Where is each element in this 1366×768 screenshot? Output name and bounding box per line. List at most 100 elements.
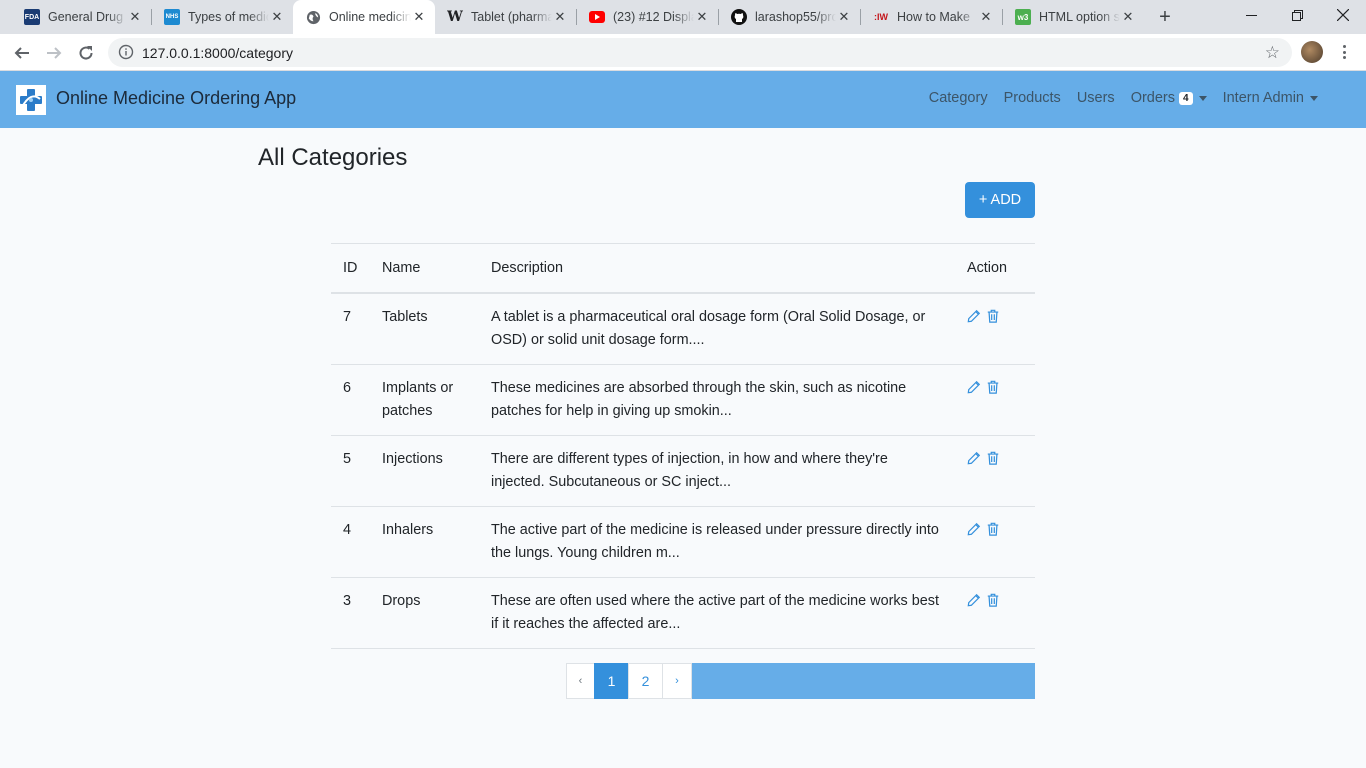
- info-icon[interactable]: [118, 44, 134, 60]
- cell-actions: [955, 292, 1035, 365]
- browser-tab-4[interactable]: (23) #12 Displa ✕: [577, 0, 718, 34]
- browser-tab-title: Online medicin: [329, 10, 411, 24]
- nav-links: Category Products Users Orders 4 Intern …: [913, 90, 1318, 106]
- bookmark-star-icon[interactable]: ☆: [1265, 43, 1280, 63]
- column-header-description: Description: [479, 243, 955, 294]
- delete-trash-icon[interactable]: [986, 522, 1002, 538]
- browser-tab-1[interactable]: NHS Types of medic ✕: [152, 0, 293, 34]
- minimize-icon[interactable]: [1228, 0, 1274, 30]
- edit-pencil-icon[interactable]: [967, 380, 983, 396]
- browser-tab-title: General Drug C: [48, 10, 127, 24]
- add-category-button[interactable]: + ADD: [965, 182, 1035, 218]
- browser-tab-title: Tablet (pharma: [471, 10, 552, 24]
- close-tab-icon[interactable]: ✕: [127, 9, 143, 25]
- edit-pencil-icon[interactable]: [967, 522, 983, 538]
- browser-tab-title: How to Make: [897, 10, 970, 24]
- column-header-id: ID: [331, 243, 370, 294]
- wikipedia-icon: W: [447, 9, 463, 25]
- browser-tab-7[interactable]: w3 HTML option s ✕: [1003, 0, 1144, 34]
- brand-title[interactable]: Online Medicine Ordering App: [56, 88, 296, 109]
- app-navbar: Online Medicine Ordering App Category Pr…: [0, 71, 1366, 128]
- nav-products[interactable]: Products: [1004, 90, 1061, 106]
- restore-icon[interactable]: [1274, 0, 1320, 30]
- cell-id: 3: [331, 577, 370, 649]
- cell-id: 7: [331, 292, 370, 365]
- fda-favicon-icon: FDA: [24, 9, 40, 25]
- forward-arrow-icon[interactable]: [40, 39, 68, 67]
- nhs-favicon-icon: NHS: [164, 9, 180, 25]
- pagination-next[interactable]: ›: [662, 663, 692, 699]
- cell-actions: [955, 506, 1035, 578]
- pagination: ‹ 1 2 ›: [566, 663, 692, 699]
- nav-orders-dropdown[interactable]: Orders 4: [1131, 90, 1207, 106]
- pagination-prev: ‹: [566, 663, 595, 699]
- browser-tab-title: Types of medic: [188, 10, 269, 24]
- browser-tab-5[interactable]: larashop55/pro ✕: [719, 0, 860, 34]
- browser-tab-2[interactable]: Online medicin ✕: [293, 0, 435, 34]
- w3schools-icon: w3: [1015, 9, 1031, 25]
- browser-tab-title: HTML option s: [1039, 10, 1120, 24]
- caret-down-icon: [1198, 95, 1207, 101]
- table-row: 7 Tablets A tablet is a pharmaceutical o…: [331, 292, 1035, 365]
- browser-tab-title: larashop55/pro: [755, 10, 836, 24]
- cell-actions: [955, 577, 1035, 649]
- close-tab-icon[interactable]: ✕: [694, 9, 710, 25]
- categories-table: ID Name Description Action 7 Tablets A t…: [331, 243, 1035, 649]
- browser-tabstrip: FDA General Drug C ✕ NHS Types of medic …: [0, 0, 1366, 34]
- cell-name: Inhalers: [370, 506, 479, 578]
- caret-down-icon: [1310, 95, 1318, 101]
- close-tab-icon[interactable]: ✕: [269, 9, 285, 25]
- globe-icon: [305, 9, 321, 25]
- profile-avatar[interactable]: [1301, 41, 1323, 63]
- user-menu-dropdown[interactable]: Intern Admin: [1223, 90, 1318, 106]
- iw-favicon-icon: :IW: [874, 12, 888, 22]
- close-tab-icon[interactable]: ✕: [978, 9, 994, 25]
- browser-tab-6[interactable]: :IW How to Make ✕: [861, 0, 1002, 34]
- close-tab-icon[interactable]: ✕: [552, 9, 568, 25]
- close-tab-icon[interactable]: ✕: [411, 9, 427, 25]
- orders-count-badge: 4: [1179, 91, 1193, 105]
- nav-category[interactable]: Category: [929, 90, 988, 106]
- pagination-page-2[interactable]: 2: [628, 663, 663, 699]
- cell-id: 5: [331, 435, 370, 507]
- browser-tab-title: (23) #12 Displa: [613, 10, 694, 24]
- edit-pencil-icon[interactable]: [967, 309, 983, 325]
- cell-description: A tablet is a pharmaceutical oral dosage…: [479, 292, 955, 365]
- cell-actions: [955, 364, 1035, 436]
- delete-trash-icon[interactable]: [986, 380, 1002, 396]
- table-row: 5 Injections There are different types o…: [331, 435, 1035, 507]
- address-bar[interactable]: 127.0.0.1:8000/category ☆: [108, 38, 1292, 67]
- address-url: 127.0.0.1:8000/category: [142, 45, 294, 61]
- youtube-icon: [589, 9, 605, 25]
- page-title: All Categories: [258, 144, 408, 171]
- table-row: 4 Inhalers The active part of the medici…: [331, 506, 1035, 578]
- delete-trash-icon[interactable]: [986, 451, 1002, 467]
- cell-description: There are different types of injection, …: [479, 435, 955, 507]
- cell-description: The active part of the medicine is relea…: [479, 506, 955, 578]
- close-tab-icon[interactable]: ✕: [836, 9, 852, 25]
- user-name-label: Intern Admin: [1222, 90, 1304, 106]
- reload-icon[interactable]: [72, 39, 100, 67]
- cell-name: Implants or patches: [370, 364, 479, 436]
- pagination-page-1[interactable]: 1: [594, 663, 629, 699]
- table-header-row: ID Name Description Action: [331, 243, 1035, 294]
- browser-tab-3[interactable]: W Tablet (pharma ✕: [435, 0, 576, 34]
- browser-menu-icon[interactable]: [1338, 43, 1350, 61]
- cell-id: 6: [331, 364, 370, 436]
- delete-trash-icon[interactable]: [986, 593, 1002, 609]
- column-header-action: Action: [955, 243, 1035, 294]
- edit-pencil-icon[interactable]: [967, 593, 983, 609]
- browser-toolbar: 127.0.0.1:8000/category ☆: [0, 34, 1366, 71]
- browser-tab-0[interactable]: FDA General Drug C ✕: [12, 0, 151, 34]
- delete-trash-icon[interactable]: [986, 309, 1002, 325]
- nav-orders-label: Orders: [1130, 90, 1176, 106]
- cell-name: Injections: [370, 435, 479, 507]
- back-arrow-icon[interactable]: [8, 39, 36, 67]
- edit-pencil-icon[interactable]: [967, 451, 983, 467]
- nav-users[interactable]: Users: [1077, 90, 1115, 106]
- close-tab-icon[interactable]: ✕: [1120, 9, 1136, 25]
- close-window-icon[interactable]: [1320, 0, 1366, 30]
- brand-logo-icon[interactable]: [16, 85, 46, 115]
- github-icon: [731, 9, 747, 25]
- new-tab-icon[interactable]: +: [1154, 6, 1176, 28]
